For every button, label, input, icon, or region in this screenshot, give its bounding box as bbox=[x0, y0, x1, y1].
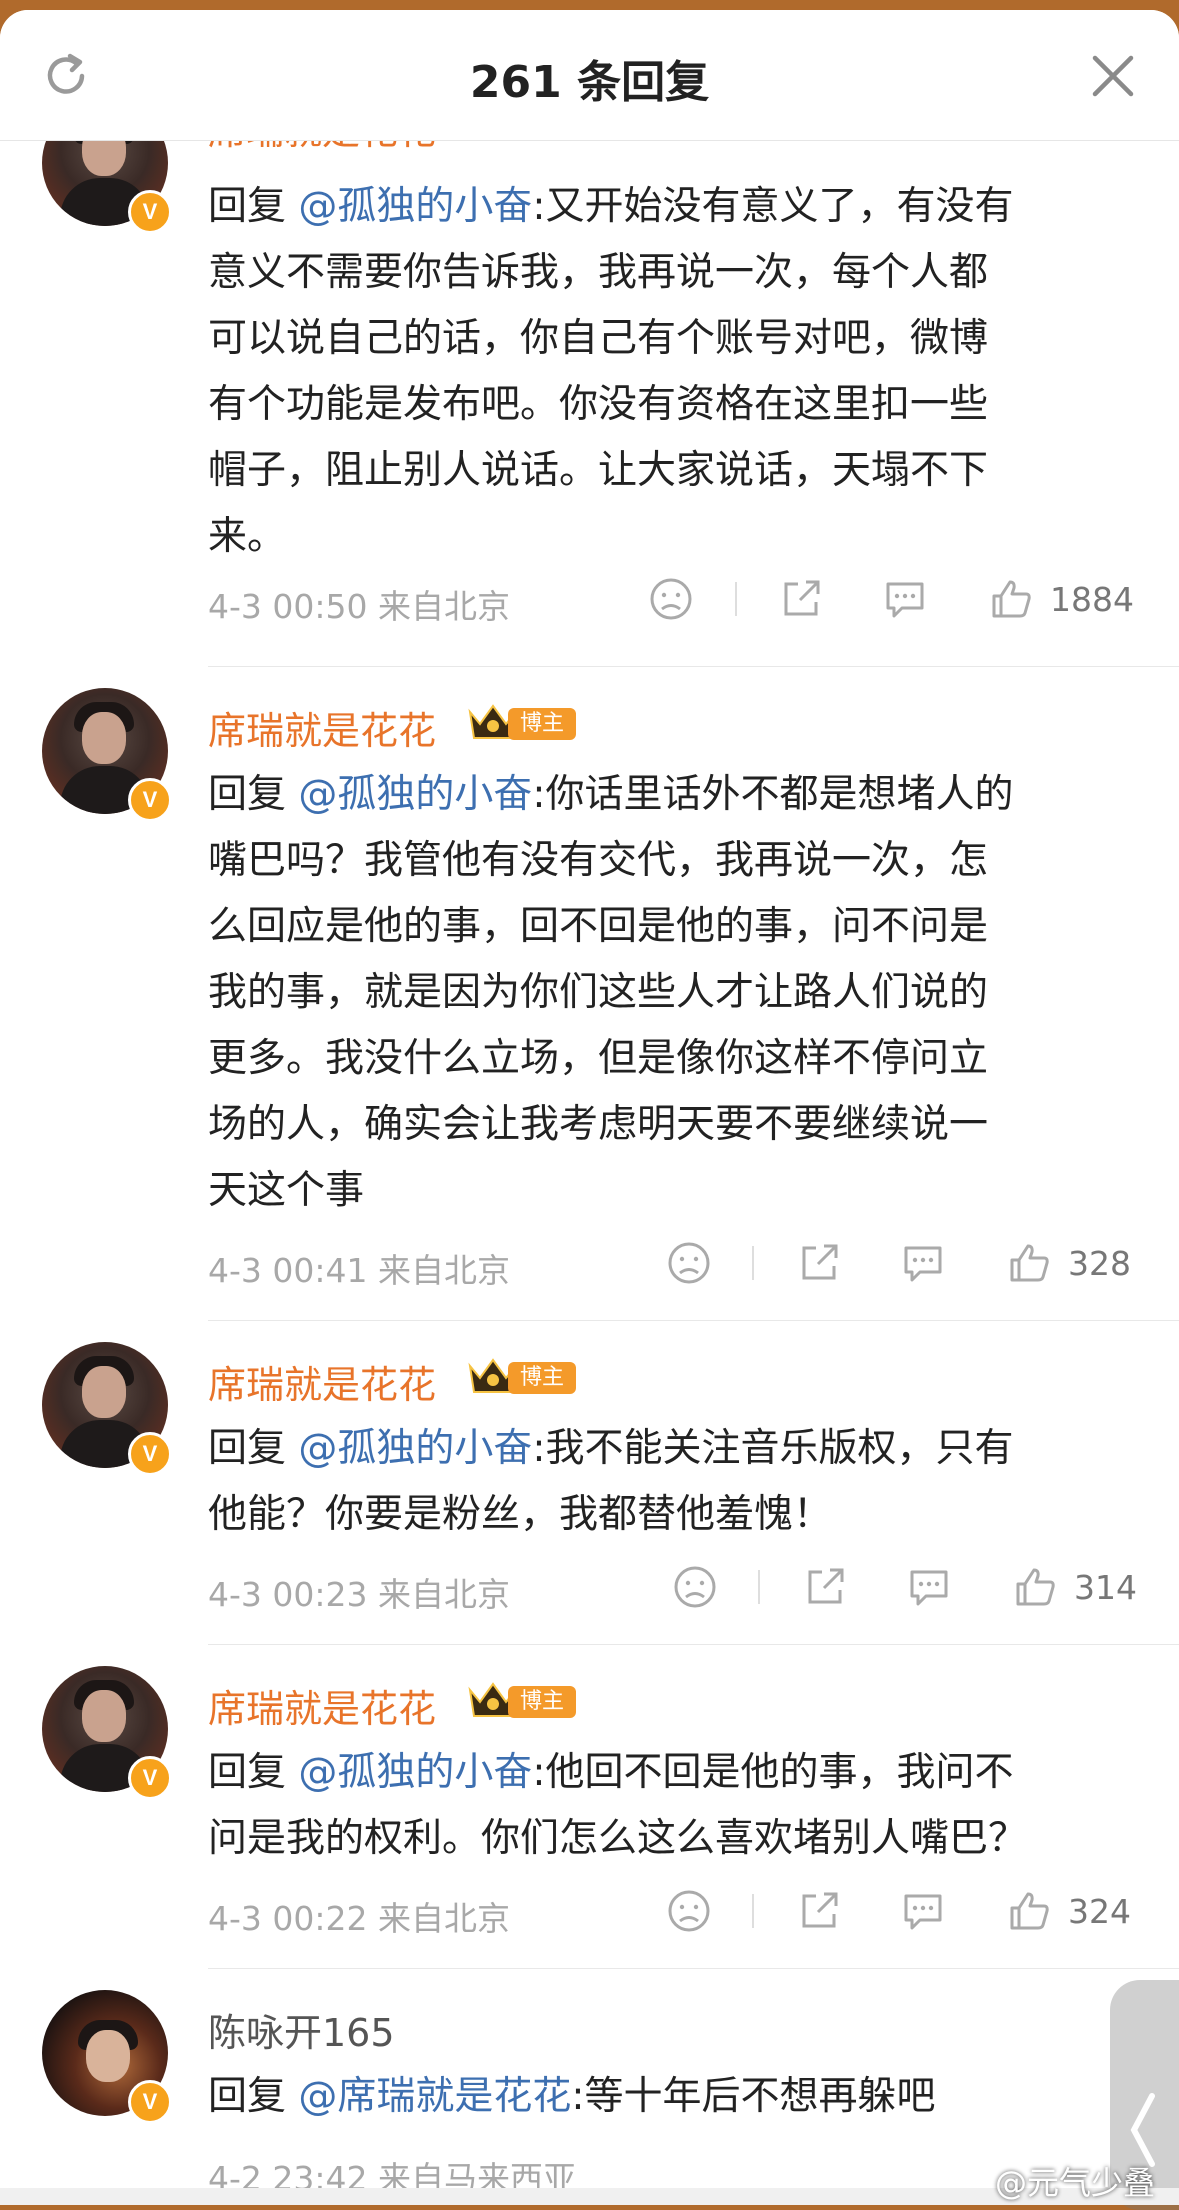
share-icon[interactable] bbox=[778, 576, 824, 622]
divider bbox=[208, 1644, 1179, 1645]
share-icon[interactable] bbox=[796, 1240, 842, 1286]
dislike-icon[interactable] bbox=[666, 1240, 712, 1286]
divider bbox=[208, 666, 1179, 667]
comment-icon[interactable] bbox=[900, 1240, 946, 1286]
mention-link[interactable]: @孤独的小奋 bbox=[298, 772, 532, 817]
verified-icon: V bbox=[128, 1756, 172, 1800]
comment-text: 回复 @孤独的小奋:你话里话外不都是想堵人的 嘴巴吗？我管他有没有交代，我再说一… bbox=[208, 772, 1014, 1213]
mention-link[interactable]: @孤独的小奋 bbox=[298, 1426, 532, 1471]
close-icon[interactable] bbox=[1089, 52, 1137, 100]
like-icon[interactable] bbox=[1006, 1240, 1052, 1286]
blogger-badge: 博主 bbox=[468, 1680, 576, 1720]
username[interactable]: 席瑞就是花花 bbox=[208, 1678, 436, 1733]
verified-icon: V bbox=[128, 190, 172, 234]
dislike-icon[interactable] bbox=[666, 1888, 712, 1934]
divider bbox=[208, 1320, 1179, 1321]
divider bbox=[752, 1246, 754, 1280]
mention-link[interactable]: @孤独的小奋 bbox=[298, 1750, 532, 1795]
like-icon[interactable] bbox=[988, 576, 1034, 622]
comment-actions: 324 bbox=[0, 1888, 1179, 1938]
dislike-icon[interactable] bbox=[672, 1564, 718, 1610]
comment-actions: 328 bbox=[0, 1240, 1179, 1290]
like-count: 324 bbox=[1068, 1892, 1131, 1931]
comment-text: 回复 @席瑞就是花花:等十年后不想再躲吧 bbox=[208, 2074, 936, 2119]
like-count: 1884 bbox=[1050, 580, 1134, 619]
comment-icon[interactable] bbox=[906, 1564, 952, 1610]
divider bbox=[758, 1570, 760, 1604]
verified-icon: V bbox=[128, 2080, 172, 2124]
dislike-icon[interactable] bbox=[648, 576, 694, 622]
page-title: 261 条回复 bbox=[469, 57, 710, 108]
divider bbox=[735, 582, 737, 616]
like-count: 328 bbox=[1068, 1244, 1131, 1283]
badge-label: 博主 bbox=[508, 1362, 576, 1394]
comment-text: 回复 @孤独的小奋:我不能关注音乐版权，只有 他能？你要是粉丝，我都替他羞愧！ bbox=[208, 1426, 1014, 1537]
comment-icon[interactable] bbox=[882, 576, 928, 622]
divider bbox=[752, 1894, 754, 1928]
mention-link[interactable]: @孤独的小奋 bbox=[298, 184, 532, 229]
like-icon[interactable] bbox=[1012, 1564, 1058, 1610]
share-icon[interactable] bbox=[802, 1564, 848, 1610]
mention-link[interactable]: @席瑞就是花花 bbox=[298, 2074, 571, 2119]
badge-label: 博主 bbox=[508, 708, 576, 740]
comment-icon[interactable] bbox=[900, 1888, 946, 1934]
username[interactable]: 席瑞就是花花 bbox=[208, 700, 436, 755]
watermark: @元气少叠 bbox=[994, 2164, 1155, 2202]
blogger-badge: 博主 bbox=[468, 702, 576, 742]
username[interactable]: 陈咏开165 bbox=[208, 2002, 395, 2057]
reply-sheet: V 席瑞就是花花 回复 @孤独的小奋:又开始没有意义了，有没有 意义不需要你告诉… bbox=[0, 10, 1179, 2205]
share-icon[interactable] bbox=[796, 1888, 842, 1934]
comment-text: 回复 @孤独的小奋:又开始没有意义了，有没有 意义不需要你告诉我，我再说一次，每… bbox=[208, 184, 1014, 559]
comment-actions: 1884 bbox=[0, 576, 1179, 626]
divider bbox=[208, 1968, 1179, 1969]
header: 261 条回复 bbox=[0, 10, 1179, 141]
blogger-badge: 博主 bbox=[468, 1356, 576, 1396]
verified-icon: V bbox=[128, 778, 172, 822]
like-icon[interactable] bbox=[1006, 1888, 1052, 1934]
comment-actions: 314 bbox=[0, 1564, 1179, 1614]
comment-text: 回复 @孤独的小奋:他回不回是他的事，我问不 问是我的权利。你们怎么这么喜欢堵别… bbox=[208, 1750, 1028, 1861]
username[interactable]: 席瑞就是花花 bbox=[208, 1354, 436, 1409]
verified-icon: V bbox=[128, 1432, 172, 1476]
badge-label: 博主 bbox=[508, 1686, 576, 1718]
like-count: 314 bbox=[1074, 1568, 1137, 1607]
